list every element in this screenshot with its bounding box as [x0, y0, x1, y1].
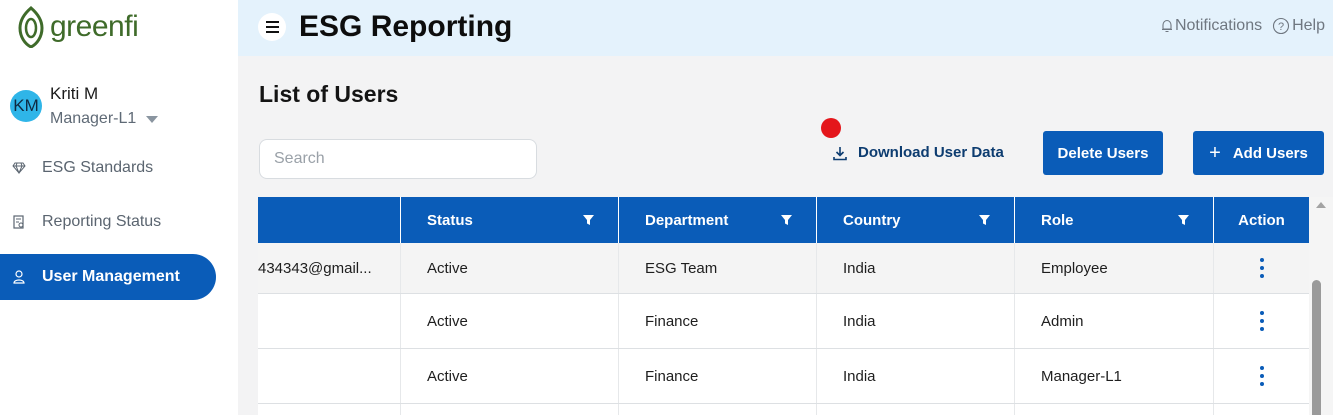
- cell-country: India: [817, 349, 1015, 403]
- cell-status: [401, 404, 619, 415]
- download-label: Download User Data: [858, 144, 1004, 161]
- plus-icon: +: [1209, 142, 1221, 164]
- cell-country: India: [817, 243, 1015, 293]
- leaf-logo-icon: [18, 6, 44, 48]
- scroll-up-arrow-icon[interactable]: [1316, 202, 1326, 208]
- help-icon: ?: [1273, 17, 1290, 35]
- cell-role: Employee: [1015, 243, 1214, 293]
- report-icon: [12, 215, 26, 229]
- cell-email: [258, 294, 401, 348]
- table-header: Status Department Country Role Action: [258, 197, 1309, 243]
- column-label: Action: [1238, 211, 1285, 229]
- sidebar-item-label: Reporting Status: [42, 213, 162, 230]
- cell-status: Active: [401, 349, 619, 403]
- notifications-label: Notifications: [1174, 17, 1263, 34]
- user-role-dropdown[interactable]: Manager-L1: [50, 110, 159, 128]
- table-row: [258, 404, 1309, 415]
- cell-role: Admin: [1015, 294, 1214, 348]
- cell-department: Finance: [619, 349, 817, 403]
- filter-icon[interactable]: [781, 214, 792, 226]
- sidebar-item-label: User Management: [42, 268, 180, 285]
- cell-role: [1015, 404, 1214, 415]
- add-users-label: Add Users: [1232, 144, 1308, 162]
- help-label: Help: [1292, 17, 1325, 34]
- filter-icon[interactable]: [979, 214, 990, 226]
- column-label: Status: [427, 211, 473, 229]
- more-options-icon[interactable]: [1259, 258, 1264, 278]
- help-link[interactable]: ? Help: [1272, 17, 1325, 35]
- user-icon: [12, 270, 26, 284]
- app-title: ESG Reporting: [299, 10, 513, 43]
- download-user-data-button[interactable]: Download User Data: [832, 144, 1004, 161]
- column-header-action: Action: [1214, 197, 1309, 243]
- notifications-link[interactable]: Notifications: [1161, 17, 1262, 35]
- column-header-department: Department: [619, 197, 817, 243]
- filter-icon[interactable]: [1178, 214, 1189, 226]
- column-header-country: Country: [817, 197, 1015, 243]
- bell-icon: [1161, 19, 1172, 33]
- column-header-status: Status: [401, 197, 619, 243]
- sidebar-item-user-management[interactable]: User Management: [0, 254, 216, 300]
- svg-text:?: ?: [1278, 21, 1284, 33]
- avatar: KM: [10, 90, 42, 122]
- cell-action: [1214, 294, 1309, 348]
- cell-email: 434343@gmail...: [258, 243, 401, 293]
- caret-down-icon: [146, 115, 159, 123]
- column-label: Role: [1041, 211, 1074, 229]
- cell-department: ESG Team: [619, 243, 817, 293]
- cell-email: [258, 404, 401, 415]
- cell-status: Active: [401, 294, 619, 348]
- scrollbar-thumb[interactable]: [1312, 280, 1321, 415]
- sidebar: greenfi KM Kriti M Manager-L1 ESG Standa…: [0, 0, 238, 415]
- user-role: Manager-L1: [50, 110, 137, 127]
- cell-action: [1214, 404, 1309, 415]
- column-header-role: Role: [1015, 197, 1214, 243]
- sidebar-item-esg-standards[interactable]: ESG Standards: [0, 145, 216, 191]
- cell-country: [817, 404, 1015, 415]
- hamburger-icon: [265, 21, 279, 23]
- cell-action: [1214, 243, 1309, 293]
- brand-logo[interactable]: greenfi: [18, 6, 139, 48]
- cell-email: [258, 349, 401, 403]
- table-row[interactable]: Active Finance India Manager-L1: [258, 349, 1309, 404]
- hamburger-icon: [265, 31, 279, 33]
- column-label: Country: [843, 211, 901, 229]
- add-users-button[interactable]: + Add Users: [1193, 131, 1324, 175]
- column-header-email: [258, 197, 401, 243]
- cell-country: India: [817, 294, 1015, 348]
- hamburger-icon: [265, 26, 279, 28]
- page-title: List of Users: [259, 81, 399, 107]
- sidebar-item-reporting-status[interactable]: Reporting Status: [0, 199, 216, 245]
- more-options-icon[interactable]: [1259, 311, 1264, 331]
- download-icon: [833, 146, 847, 160]
- users-table: Status Department Country Role Action 43…: [258, 197, 1309, 415]
- user-profile[interactable]: KM Kriti M Manager-L1: [10, 84, 159, 128]
- menu-button[interactable]: [258, 13, 286, 41]
- cell-action: [1214, 349, 1309, 403]
- cell-department: [619, 404, 817, 415]
- diamond-icon: [12, 161, 26, 175]
- notification-dot: [821, 118, 841, 138]
- more-options-icon[interactable]: [1259, 366, 1264, 386]
- cell-department: Finance: [619, 294, 817, 348]
- user-name: Kriti M: [50, 84, 99, 103]
- table-row[interactable]: 434343@gmail... Active ESG Team India Em…: [258, 243, 1309, 294]
- filter-icon[interactable]: [583, 214, 594, 226]
- search-input[interactable]: [259, 139, 537, 179]
- cell-status: Active: [401, 243, 619, 293]
- table-row[interactable]: Active Finance India Admin: [258, 294, 1309, 349]
- column-label: Department: [645, 211, 729, 229]
- cell-role: Manager-L1: [1015, 349, 1214, 403]
- brand-name: greenfi: [50, 10, 139, 43]
- sidebar-item-label: ESG Standards: [42, 159, 154, 176]
- top-header: ESG Reporting Notifications ? Help: [238, 0, 1333, 56]
- delete-users-button[interactable]: Delete Users: [1043, 131, 1163, 175]
